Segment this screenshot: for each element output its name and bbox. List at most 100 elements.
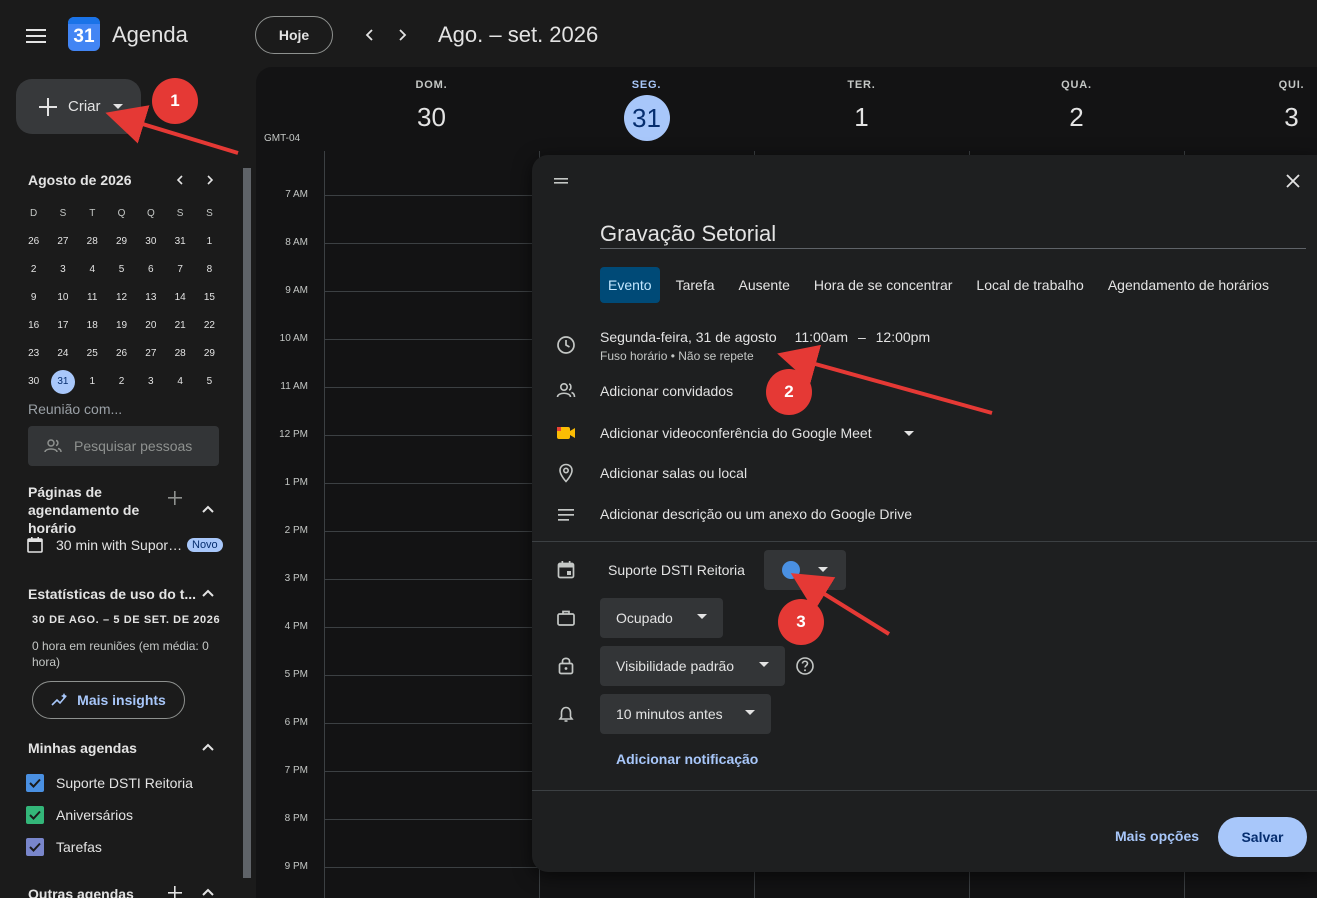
- mini-day[interactable]: 6: [136, 258, 165, 282]
- day-column-header[interactable]: DOM. 30: [324, 67, 539, 139]
- people-search-input[interactable]: Pesquisar pessoas: [28, 426, 219, 466]
- mini-day[interactable]: 5: [107, 258, 136, 282]
- mini-day[interactable]: 31: [48, 370, 77, 394]
- mini-day[interactable]: 1: [195, 230, 224, 254]
- availability-select[interactable]: Ocupado: [600, 598, 723, 638]
- visibility-help-button[interactable]: [795, 656, 815, 676]
- calendar-item[interactable]: Aniversários: [26, 806, 133, 824]
- main-menu-button[interactable]: [22, 24, 50, 48]
- tab-event-type[interactable]: Ausente: [731, 267, 798, 303]
- tab-event-type[interactable]: Tarefa: [668, 267, 723, 303]
- mini-calendar-next-button[interactable]: [200, 170, 220, 190]
- mini-day[interactable]: 24: [48, 342, 77, 366]
- visibility-select[interactable]: Visibilidade padrão: [600, 646, 785, 686]
- create-button[interactable]: Criar: [16, 79, 141, 134]
- mini-day[interactable]: 29: [107, 230, 136, 254]
- mini-day[interactable]: 3: [48, 258, 77, 282]
- mini-day[interactable]: 22: [195, 314, 224, 338]
- mini-day[interactable]: 18: [78, 314, 107, 338]
- tab-event-type[interactable]: Evento: [600, 267, 660, 303]
- mini-day[interactable]: 3: [136, 370, 165, 394]
- annotation-marker-3: 3: [778, 599, 824, 645]
- mini-day[interactable]: 19: [107, 314, 136, 338]
- mini-day[interactable]: 30: [19, 370, 48, 394]
- previous-week-button[interactable]: [356, 21, 384, 49]
- mini-day[interactable]: 5: [195, 370, 224, 394]
- notification-select[interactable]: 10 minutos antes: [600, 694, 771, 734]
- mini-day[interactable]: 11: [78, 286, 107, 310]
- mini-day[interactable]: 27: [136, 342, 165, 366]
- other-calendars-collapse-button[interactable]: [198, 882, 218, 898]
- mini-day[interactable]: 14: [165, 286, 194, 310]
- caret-down-icon: [759, 662, 769, 667]
- mini-day[interactable]: 9: [19, 286, 48, 310]
- mini-day[interactable]: 13: [136, 286, 165, 310]
- event-title-input[interactable]: [600, 219, 1306, 249]
- mini-day[interactable]: 26: [19, 230, 48, 254]
- day-column-header[interactable]: QUA. 2: [969, 67, 1184, 139]
- calendar-item[interactable]: Tarefas: [26, 838, 102, 856]
- mini-day[interactable]: 2: [19, 258, 48, 282]
- mini-day[interactable]: 27: [48, 230, 77, 254]
- add-scheduling-page-button[interactable]: [166, 489, 184, 507]
- scheduling-collapse-button[interactable]: [198, 499, 218, 519]
- mini-day[interactable]: 4: [165, 370, 194, 394]
- sidebar-scrollbar[interactable]: [243, 168, 251, 878]
- event-date-time[interactable]: Segunda-feira, 31 de agosto 11:00am – 12…: [600, 329, 930, 345]
- mini-day[interactable]: 7: [165, 258, 194, 282]
- mini-day[interactable]: 4: [78, 258, 107, 282]
- time-insights-collapse-button[interactable]: [198, 583, 218, 603]
- event-color-picker[interactable]: [764, 550, 846, 590]
- mini-day[interactable]: 15: [195, 286, 224, 310]
- day-column-header[interactable]: QUI. 3: [1184, 67, 1317, 139]
- mini-day-label: 15: [203, 292, 215, 303]
- meet-with-label: Reunião com...: [28, 401, 123, 417]
- add-guests-field[interactable]: Adicionar convidados: [600, 383, 733, 399]
- mini-day[interactable]: 8: [195, 258, 224, 282]
- more-insights-button[interactable]: Mais insights: [32, 681, 185, 719]
- close-dialog-button[interactable]: [1280, 168, 1306, 194]
- day-column-header[interactable]: SEG. 31: [539, 67, 754, 141]
- mini-day[interactable]: 30: [136, 230, 165, 254]
- add-location-field[interactable]: Adicionar salas ou local: [600, 465, 747, 481]
- add-notification-button[interactable]: Adicionar notificação: [616, 751, 758, 767]
- calendar-item[interactable]: Suporte DSTI Reitoria: [26, 774, 193, 792]
- mini-day[interactable]: 29: [195, 342, 224, 366]
- scheduling-page-item[interactable]: 30 min with Suporte DSTI Reitoria Novo: [26, 536, 226, 554]
- mini-day[interactable]: 1: [78, 370, 107, 394]
- mini-day[interactable]: 2: [107, 370, 136, 394]
- mini-day[interactable]: 23: [19, 342, 48, 366]
- mini-day[interactable]: 31: [165, 230, 194, 254]
- mini-day[interactable]: 28: [165, 342, 194, 366]
- my-calendars-collapse-button[interactable]: [198, 737, 218, 757]
- mini-day[interactable]: 25: [78, 342, 107, 366]
- more-options-button[interactable]: Mais opções: [1115, 828, 1199, 844]
- mini-day[interactable]: 10: [48, 286, 77, 310]
- calendar-checkbox[interactable]: [26, 806, 44, 824]
- add-other-calendar-button[interactable]: [166, 884, 184, 898]
- add-google-meet-button[interactable]: Adicionar videoconferência do Google Mee…: [600, 425, 872, 441]
- next-week-button[interactable]: [388, 21, 416, 49]
- meet-options-dropdown[interactable]: [904, 431, 914, 437]
- tab-event-type[interactable]: Agendamento de horários: [1100, 267, 1277, 303]
- calendar-checkbox[interactable]: [26, 774, 44, 792]
- mini-calendar-prev-button[interactable]: [170, 170, 190, 190]
- mini-day[interactable]: 28: [78, 230, 107, 254]
- mini-day[interactable]: 12: [107, 286, 136, 310]
- mini-day[interactable]: 16: [19, 314, 48, 338]
- save-button[interactable]: Salvar: [1218, 817, 1307, 857]
- timezone-repeat-link[interactable]: Fuso horário • Não se repete: [600, 349, 754, 363]
- mini-day[interactable]: 20: [136, 314, 165, 338]
- mini-day[interactable]: 26: [107, 342, 136, 366]
- calendar-checkbox[interactable]: [26, 838, 44, 856]
- tab-event-type[interactable]: Local de trabalho: [968, 267, 1091, 303]
- selected-calendar[interactable]: Suporte DSTI Reitoria: [608, 562, 745, 578]
- mini-day[interactable]: 17: [48, 314, 77, 338]
- mini-day[interactable]: 21: [165, 314, 194, 338]
- tab-event-type[interactable]: Hora de se concentrar: [806, 267, 961, 303]
- mini-day-label: 1: [89, 376, 96, 387]
- day-column-header[interactable]: TER. 1: [754, 67, 969, 139]
- add-description-field[interactable]: Adicionar descrição ou um anexo do Googl…: [600, 506, 912, 522]
- today-button[interactable]: Hoje: [255, 16, 333, 54]
- drag-handle[interactable]: [554, 177, 568, 185]
